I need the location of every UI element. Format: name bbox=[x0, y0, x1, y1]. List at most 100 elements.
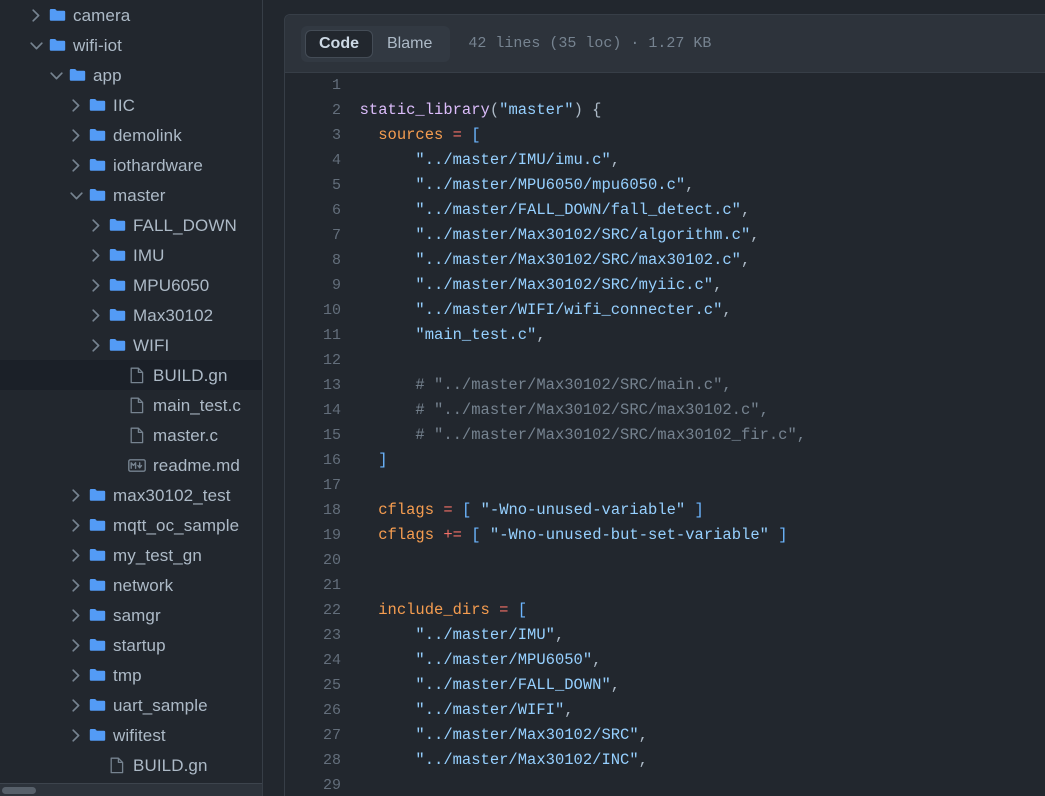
chevron-right-icon[interactable] bbox=[68, 547, 84, 563]
line-content[interactable]: "../master/FALL_DOWN", bbox=[341, 673, 1045, 698]
tree-folder-row[interactable]: WIFI bbox=[0, 330, 262, 360]
line-content[interactable]: "../master/Max30102/INC", bbox=[341, 748, 1045, 773]
tree-file-row[interactable]: master.c bbox=[0, 420, 262, 450]
line-number[interactable]: 4 bbox=[285, 148, 341, 173]
line-content[interactable]: "../master/Max30102/SRC/algorithm.c", bbox=[341, 223, 1045, 248]
line-content[interactable]: cflags = [ "-Wno-unused-variable" ] bbox=[341, 498, 1045, 523]
line-number[interactable]: 8 bbox=[285, 248, 341, 273]
line-content[interactable]: "../master/Max30102/SRC/myiic.c", bbox=[341, 273, 1045, 298]
line-number[interactable]: 16 bbox=[285, 448, 341, 473]
chevron-right-icon[interactable] bbox=[68, 697, 84, 713]
tree-folder-row[interactable]: camera bbox=[0, 0, 262, 30]
tree-folder-row[interactable]: max30102_test bbox=[0, 480, 262, 510]
line-content[interactable]: static_library("master") { bbox=[341, 98, 1045, 123]
tree-folder-row[interactable]: wifitest bbox=[0, 720, 262, 750]
line-number[interactable]: 25 bbox=[285, 673, 341, 698]
line-content[interactable]: "../master/FALL_DOWN/fall_detect.c", bbox=[341, 198, 1045, 223]
line-number[interactable]: 17 bbox=[285, 473, 341, 498]
chevron-right-icon[interactable] bbox=[28, 7, 44, 23]
tab-blame[interactable]: Blame bbox=[373, 30, 446, 58]
line-content[interactable]: "../master/IMU", bbox=[341, 623, 1045, 648]
chevron-down-icon[interactable] bbox=[48, 67, 64, 83]
chevron-down-icon[interactable] bbox=[68, 187, 84, 203]
tree-file-row[interactable]: readme.md bbox=[0, 450, 262, 480]
line-number[interactable]: 18 bbox=[285, 498, 341, 523]
line-number[interactable]: 6 bbox=[285, 198, 341, 223]
chevron-right-icon[interactable] bbox=[68, 727, 84, 743]
line-content[interactable] bbox=[341, 473, 1045, 498]
line-number[interactable]: 5 bbox=[285, 173, 341, 198]
tree-folder-row[interactable]: tmp bbox=[0, 660, 262, 690]
line-content[interactable]: # "../master/Max30102/SRC/max30102.c", bbox=[341, 398, 1045, 423]
line-number[interactable]: 15 bbox=[285, 423, 341, 448]
tree-folder-row[interactable]: demolink bbox=[0, 120, 262, 150]
code-scroll-region[interactable]: 1 2 static_library("master") {3 sources … bbox=[285, 73, 1045, 796]
line-number[interactable]: 28 bbox=[285, 748, 341, 773]
line-number[interactable]: 29 bbox=[285, 773, 341, 796]
line-content[interactable] bbox=[341, 573, 1045, 598]
chevron-right-icon[interactable] bbox=[68, 607, 84, 623]
tree-folder-row[interactable]: master bbox=[0, 180, 262, 210]
sidebar-horizontal-scrollbar[interactable] bbox=[0, 783, 262, 796]
tree-folder-row[interactable]: startup bbox=[0, 630, 262, 660]
tree-folder-row[interactable]: my_test_gn bbox=[0, 540, 262, 570]
line-number[interactable]: 13 bbox=[285, 373, 341, 398]
tree-folder-row[interactable]: app bbox=[0, 60, 262, 90]
line-number[interactable]: 9 bbox=[285, 273, 341, 298]
line-number[interactable]: 14 bbox=[285, 398, 341, 423]
line-number[interactable]: 7 bbox=[285, 223, 341, 248]
line-number[interactable]: 10 bbox=[285, 298, 341, 323]
tree-folder-row[interactable]: wifi-iot bbox=[0, 30, 262, 60]
chevron-right-icon[interactable] bbox=[68, 97, 84, 113]
tab-code[interactable]: Code bbox=[305, 29, 373, 58]
tree-folder-row[interactable]: MPU6050 bbox=[0, 270, 262, 300]
line-number[interactable]: 24 bbox=[285, 648, 341, 673]
line-content[interactable] bbox=[341, 73, 1045, 98]
line-content[interactable]: sources = [ bbox=[341, 123, 1045, 148]
tree-file-row[interactable]: main_test.c bbox=[0, 390, 262, 420]
line-content[interactable]: "../master/IMU/imu.c", bbox=[341, 148, 1045, 173]
chevron-right-icon[interactable] bbox=[68, 127, 84, 143]
chevron-right-icon[interactable] bbox=[68, 487, 84, 503]
line-content[interactable] bbox=[341, 548, 1045, 573]
chevron-down-icon[interactable] bbox=[28, 37, 44, 53]
line-number[interactable]: 2 bbox=[285, 98, 341, 123]
chevron-right-icon[interactable] bbox=[88, 337, 104, 353]
chevron-right-icon[interactable] bbox=[88, 277, 104, 293]
line-number[interactable]: 1 bbox=[285, 73, 341, 98]
line-content[interactable]: ] bbox=[341, 448, 1045, 473]
line-content[interactable]: # "../master/Max30102/SRC/main.c", bbox=[341, 373, 1045, 398]
chevron-right-icon[interactable] bbox=[88, 307, 104, 323]
tree-folder-row[interactable]: iothardware bbox=[0, 150, 262, 180]
line-number[interactable]: 27 bbox=[285, 723, 341, 748]
chevron-right-icon[interactable] bbox=[68, 637, 84, 653]
chevron-right-icon[interactable] bbox=[68, 577, 84, 593]
chevron-right-icon[interactable] bbox=[88, 217, 104, 233]
tree-folder-row[interactable]: IMU bbox=[0, 240, 262, 270]
line-content[interactable]: cflags += [ "-Wno-unused-but-set-variabl… bbox=[341, 523, 1045, 548]
line-content[interactable]: "../master/Max30102/SRC", bbox=[341, 723, 1045, 748]
chevron-right-icon[interactable] bbox=[68, 157, 84, 173]
line-content[interactable]: "../master/WIFI", bbox=[341, 698, 1045, 723]
line-number[interactable]: 12 bbox=[285, 348, 341, 373]
chevron-right-icon[interactable] bbox=[68, 667, 84, 683]
tree-file-row[interactable]: BUILD.gn bbox=[0, 360, 262, 390]
tree-folder-row[interactable]: FALL_DOWN bbox=[0, 210, 262, 240]
tree-folder-row[interactable]: network bbox=[0, 570, 262, 600]
line-number[interactable]: 23 bbox=[285, 623, 341, 648]
chevron-right-icon[interactable] bbox=[68, 517, 84, 533]
tree-folder-row[interactable]: samgr bbox=[0, 600, 262, 630]
line-number[interactable]: 20 bbox=[285, 548, 341, 573]
line-content[interactable] bbox=[341, 348, 1045, 373]
tree-file-row[interactable]: BUILD.gn bbox=[0, 750, 262, 780]
line-content[interactable]: "main_test.c", bbox=[341, 323, 1045, 348]
tree-folder-row[interactable]: IIC bbox=[0, 90, 262, 120]
chevron-right-icon[interactable] bbox=[88, 247, 104, 263]
line-number[interactable]: 3 bbox=[285, 123, 341, 148]
line-content[interactable]: "../master/Max30102/SRC/max30102.c", bbox=[341, 248, 1045, 273]
tree-folder-row[interactable]: uart_sample bbox=[0, 690, 262, 720]
line-content[interactable]: "../master/WIFI/wifi_connecter.c", bbox=[341, 298, 1045, 323]
line-number[interactable]: 26 bbox=[285, 698, 341, 723]
tree-folder-row[interactable]: Max30102 bbox=[0, 300, 262, 330]
scrollbar-thumb[interactable] bbox=[2, 787, 36, 794]
